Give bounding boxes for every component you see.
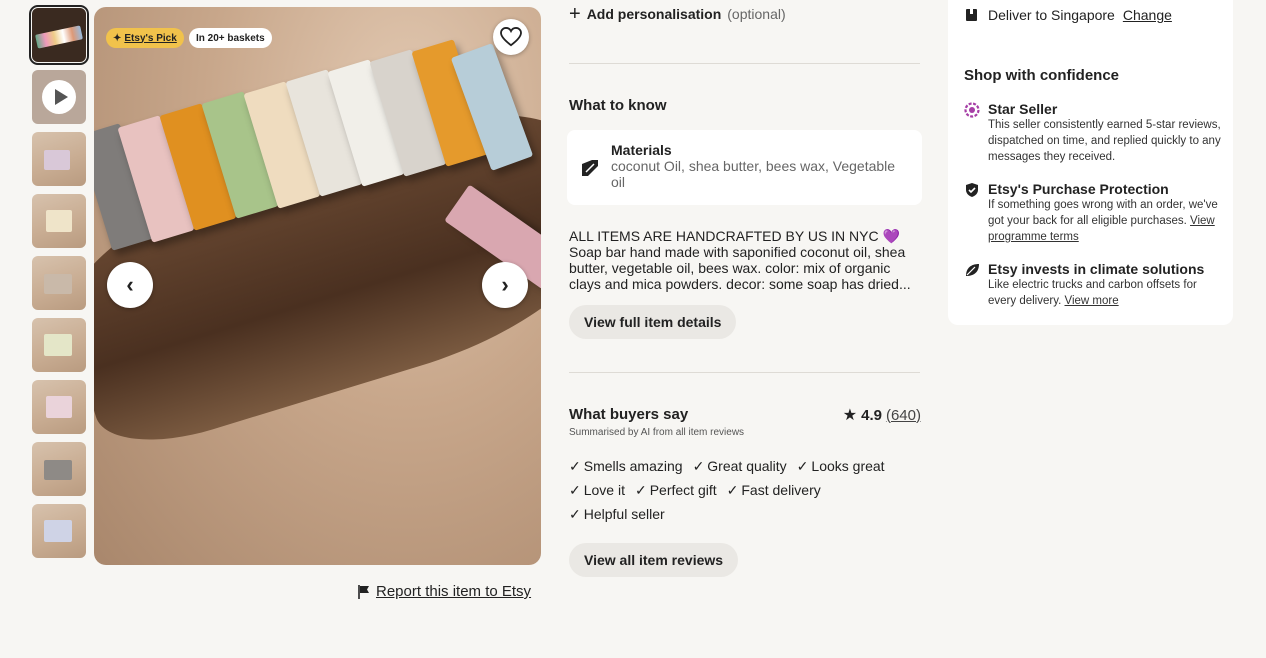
what-to-know-heading: What to know	[569, 97, 667, 114]
view-full-details-button[interactable]: View full item details	[569, 305, 737, 339]
etsys-pick-badge: ✦ Etsy's Pick	[106, 28, 184, 48]
star-icon: ★	[842, 407, 858, 424]
main-product-image: ✦ Etsy's Pick In 20+ baskets ‹ ›	[94, 7, 541, 565]
chevron-left-icon: ‹	[126, 272, 134, 297]
plus-icon: +	[569, 3, 581, 25]
highlight-chip: ✓ Looks great	[796, 457, 885, 475]
check-icon: ✓	[796, 457, 809, 474]
delivery-location: Deliver to Singapore Change	[964, 7, 1172, 23]
reviews-subheading: Summarised by AI from all item reviews	[569, 427, 745, 438]
check-icon: ✓	[692, 457, 705, 474]
highlight-chip: ✓ Love it	[569, 481, 625, 499]
check-icon: ✓	[726, 481, 739, 498]
rating-summary: ★ 4.9 (640)	[838, 405, 921, 425]
check-icon: ✓	[569, 481, 581, 498]
sparkle-icon: ✦	[113, 32, 122, 44]
purchase-protection-item: Etsy's Purchase Protection If something …	[964, 181, 1226, 245]
thumbnail-7[interactable]	[32, 380, 86, 434]
description-body: Soap bar hand made with saponified cocon…	[569, 244, 911, 292]
highlight-chip: ✓ Smells amazing	[569, 457, 683, 475]
chevron-right-icon: ›	[501, 272, 509, 297]
change-location-link[interactable]: Change	[1123, 7, 1172, 23]
thumbnail-4[interactable]	[32, 194, 86, 248]
delivery-icon	[966, 9, 977, 21]
heart-icon	[500, 27, 522, 47]
thumbnail-3[interactable]	[32, 132, 86, 186]
thumbnail-6[interactable]	[32, 318, 86, 372]
flag-icon	[358, 584, 369, 599]
add-personalisation-toggle[interactable]: + Add personalisation (optional)	[569, 4, 921, 24]
highlight-chip: ✓ Helpful seller	[569, 505, 665, 523]
review-highlights: ✓ Smells amazing ✓ Great quality ✓ Looks gr…	[569, 454, 921, 526]
shield-check-icon	[966, 183, 978, 197]
star-seller-icon	[964, 102, 980, 118]
thumbnail-8[interactable]	[32, 442, 86, 496]
thumbnail-1[interactable]	[29, 5, 89, 65]
report-item-link[interactable]: Report this item to Etsy	[358, 583, 531, 600]
thumbnail-5[interactable]	[32, 256, 86, 310]
highlight-chip: ✓ Fast delivery	[726, 481, 821, 499]
previous-image-button[interactable]: ‹	[107, 262, 153, 308]
favorite-button[interactable]	[493, 19, 529, 55]
thumbnail-video[interactable]	[32, 70, 86, 124]
play-icon	[42, 80, 76, 114]
materials-icon	[582, 160, 598, 176]
item-description: ALL ITEMS ARE HANDCRAFTED BY US IN NYC 💜…	[569, 228, 921, 292]
thumbnail-9[interactable]	[32, 504, 86, 558]
materials-title: Materials	[611, 142, 672, 158]
check-icon: ✓	[569, 457, 581, 474]
star-seller-item: Star Seller This seller consistently ear…	[964, 101, 1226, 165]
description-line1: ALL ITEMS ARE HANDCRAFTED BY US IN NYC 💜	[569, 228, 900, 244]
divider	[569, 372, 920, 373]
rating-value: 4.9	[861, 406, 882, 424]
materials-value: coconut Oil, shea butter, bees wax, Vege…	[611, 158, 896, 190]
view-more-link[interactable]: View more	[1065, 295, 1119, 307]
next-image-button[interactable]: ›	[482, 262, 528, 308]
leaf-icon	[966, 264, 979, 276]
highlight-chip: ✓ Great quality	[692, 457, 787, 475]
divider	[569, 63, 920, 64]
view-all-reviews-button[interactable]: View all item reviews	[569, 543, 739, 577]
climate-item: Etsy invests in climate solutions Like e…	[964, 261, 1226, 309]
review-count-link[interactable]: (640)	[886, 407, 921, 424]
check-icon: ✓	[569, 505, 581, 522]
highlight-chip: ✓ Perfect gift	[634, 481, 717, 499]
baskets-badge: In 20+ baskets	[189, 28, 272, 48]
check-icon: ✓	[634, 481, 647, 498]
materials-card: Materials coconut Oil, shea butter, bees…	[567, 130, 922, 205]
confidence-heading: Shop with confidence	[964, 67, 1120, 84]
